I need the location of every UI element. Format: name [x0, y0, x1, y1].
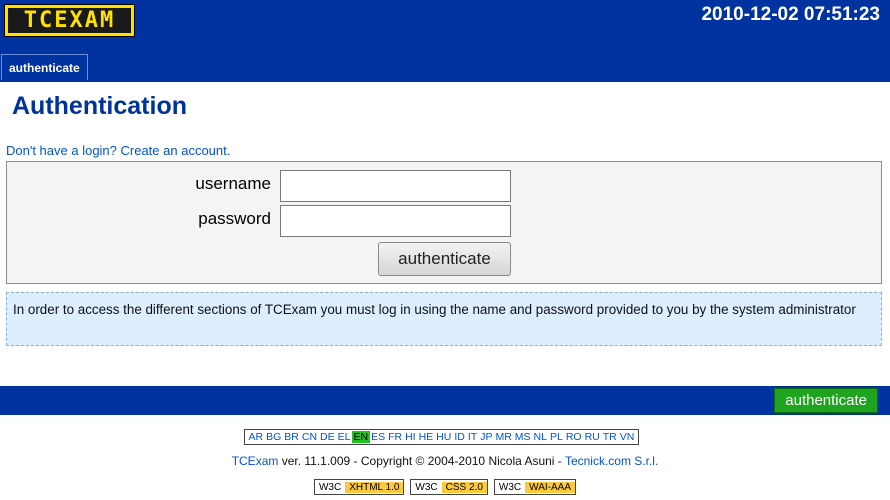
authenticate-button[interactable]: authenticate [378, 242, 511, 276]
menu-tab-authenticate[interactable]: authenticate [1, 54, 88, 80]
tcexam-logo[interactable]: TCEXAM [4, 4, 135, 37]
language-nl[interactable]: NL [532, 431, 548, 443]
language-cn[interactable]: CN [300, 431, 318, 443]
language-tr[interactable]: TR [601, 431, 618, 443]
badge-spec: CSS 2.0 [441, 481, 487, 493]
copyright-line: TCExam ver. 11.1.009 - Copyright © 2004-… [0, 454, 890, 468]
badge-org: W3C [314, 481, 346, 493]
language-id[interactable]: ID [453, 431, 467, 443]
language-hu[interactable]: HU [435, 431, 453, 443]
language-vn[interactable]: VN [618, 431, 636, 443]
badge-css[interactable]: W3C CSS 2.0 [410, 479, 488, 495]
language-it[interactable]: IT [466, 431, 478, 443]
language-fr[interactable]: FR [387, 431, 404, 443]
password-input[interactable] [280, 205, 511, 237]
badge-org: W3C [494, 481, 526, 493]
language-ms[interactable]: MS [513, 431, 532, 443]
language-ro[interactable]: RO [564, 431, 583, 443]
language-mr[interactable]: MR [494, 431, 513, 443]
footer-bar: authenticate [0, 386, 890, 415]
language-jp[interactable]: JP [479, 431, 494, 443]
info-message: In order to access the different section… [6, 292, 882, 346]
username-input[interactable] [280, 170, 511, 202]
datetime-display: 2010-12-02 07:51:23 [701, 4, 880, 25]
language-ar[interactable]: AR [247, 431, 265, 443]
language-de[interactable]: DE [319, 431, 337, 443]
language-he[interactable]: HE [417, 431, 435, 443]
language-br[interactable]: BR [283, 431, 301, 443]
w3c-badges: W3C XHTML 1.0 W3C CSS 2.0 W3C WAI-AAA [0, 479, 890, 495]
language-hi[interactable]: HI [404, 431, 418, 443]
badge-spec: WAI-AAA [525, 481, 575, 493]
language-el[interactable]: EL [336, 431, 352, 443]
badge-org: W3C [411, 481, 442, 493]
password-label: password [198, 209, 271, 228]
language-selector: AR BG BR CN DE EL EN ES FR HI HE HU ID IT JP MR MS NL PL RO… [244, 429, 639, 445]
create-account-link[interactable]: Don't have a login? Create an account. [6, 143, 230, 158]
badge-wai[interactable]: W3C WAI-AAA [493, 479, 576, 495]
page-title: Authentication [12, 92, 187, 120]
tecnick-link[interactable]: Tecnick.com S.r.l. [565, 454, 658, 468]
language-es[interactable]: ES [370, 431, 387, 443]
badge-xhtml[interactable]: W3C XHTML 1.0 [313, 479, 405, 495]
login-form: username password authenticate [6, 161, 882, 284]
language-bg[interactable]: BG [265, 431, 283, 443]
username-label: username [195, 174, 271, 193]
header-bar: TCEXAM 2010-12-02 07:51:23 authenticate [0, 0, 890, 82]
copyright-text: ver. 11.1.009 - Copyright © 2004-2010 Ni… [278, 454, 565, 468]
badge-spec: XHTML 1.0 [345, 481, 404, 493]
language-ru[interactable]: RU [583, 431, 601, 443]
footer-authenticate-button[interactable]: authenticate [774, 388, 878, 413]
language-pl[interactable]: PL [548, 431, 564, 443]
tcexam-link[interactable]: TCExam [232, 454, 279, 468]
language-en[interactable]: EN [351, 431, 370, 443]
logo-text: TCEXAM [8, 8, 131, 33]
